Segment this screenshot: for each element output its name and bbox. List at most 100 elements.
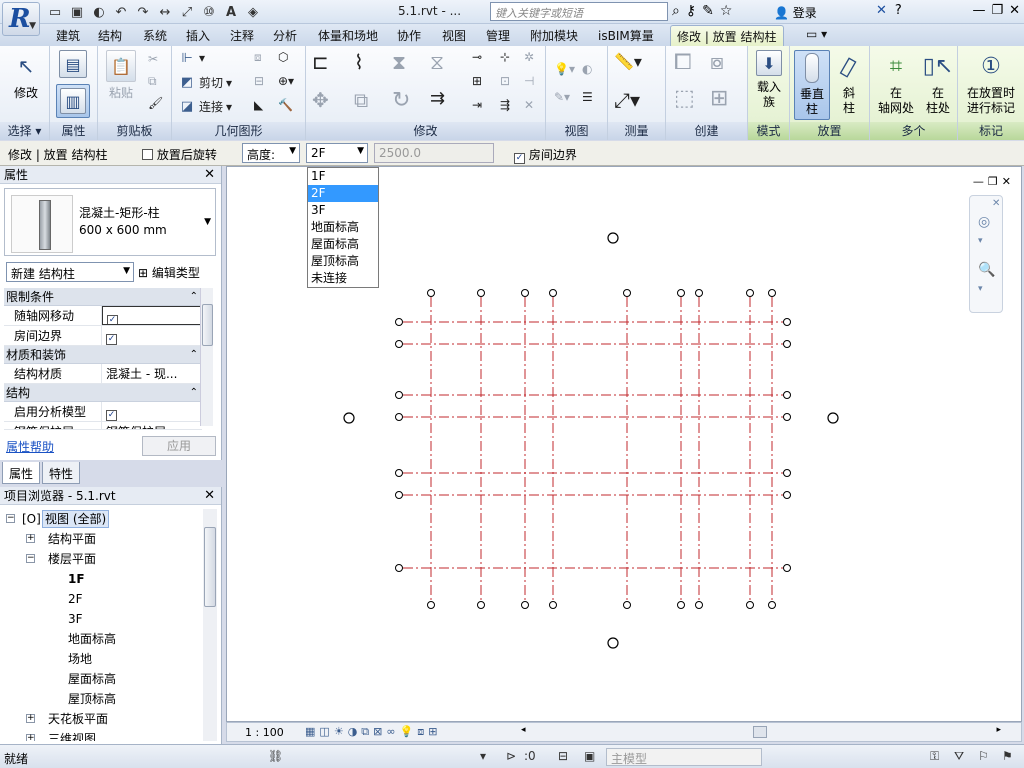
wall-joins-icon[interactable]: ⧈ xyxy=(254,50,262,65)
sync-icon[interactable]: ◐ xyxy=(90,4,108,21)
move-icon[interactable]: ✥ xyxy=(312,88,329,112)
level-option[interactable]: 1F xyxy=(308,168,378,185)
level-option[interactable]: 2F xyxy=(308,185,378,202)
grid-bubble[interactable] xyxy=(783,391,791,399)
trim-single-icon[interactable]: ⇥ xyxy=(472,98,482,112)
open-icon[interactable]: ▭ xyxy=(46,4,64,21)
visual-style-icon[interactable]: ◫ xyxy=(319,725,329,739)
modify-button[interactable]: ↖ 修改 xyxy=(6,50,46,101)
binoculars-icon[interactable]: ⌕ xyxy=(672,3,680,19)
tab-insert[interactable]: 插入 xyxy=(186,27,210,44)
grid-bubble[interactable] xyxy=(395,491,403,499)
load-family-button[interactable]: ⬇ 载入 族 xyxy=(752,50,786,110)
paste-button[interactable]: 📋 粘贴 xyxy=(102,50,140,101)
unpin-icon[interactable]: ✲ xyxy=(524,50,534,64)
enable-analytical-checkbox[interactable]: ✓ xyxy=(106,410,117,421)
undo-icon[interactable]: ↶ xyxy=(112,4,130,21)
thin-lines-icon[interactable]: ☰ xyxy=(582,90,593,104)
prop-value[interactable]: ✓ xyxy=(102,402,202,421)
filter-icon[interactable]: ⊳ xyxy=(506,749,516,763)
chevron-down-icon[interactable]: ▾ xyxy=(480,749,486,763)
measure-ruler-icon[interactable]: 📏▾ xyxy=(614,52,642,71)
select-underlay-icon[interactable]: ⛛ xyxy=(954,749,964,764)
tree-node-top-level[interactable]: 屋顶标高 xyxy=(0,689,204,709)
collapse-icon[interactable]: − xyxy=(6,514,15,523)
room-bounding-prop-checkbox[interactable]: ✓ xyxy=(106,334,117,345)
grid-bubble[interactable] xyxy=(549,289,557,297)
at-columns-button[interactable]: ▯↖ 在 柱处 xyxy=(920,50,956,116)
chevron-down-icon[interactable]: ▾ xyxy=(978,284,983,294)
cope-button[interactable]: ⊩ ▾ xyxy=(178,50,205,66)
tree-node-struct-plans[interactable]: + 结构平面 xyxy=(0,529,204,549)
linework-icon[interactable]: ⊕▾ xyxy=(278,74,294,88)
grid-bubble[interactable] xyxy=(783,318,791,326)
design-options-icon[interactable]: ▣ xyxy=(584,749,595,763)
grid-bubble[interactable] xyxy=(768,601,776,609)
dimension-aligned-icon[interactable]: ⤢▾ xyxy=(614,88,640,112)
properties-scrollbar[interactable] xyxy=(200,288,213,426)
tab-collaborate[interactable]: 协作 xyxy=(397,27,421,44)
close-icon[interactable]: ✕ xyxy=(1002,175,1011,188)
move-with-grids-checkbox[interactable]: ✓ xyxy=(107,315,118,324)
text-icon[interactable]: A xyxy=(222,4,240,21)
mirror-draw-icon[interactable]: ⧖ xyxy=(430,50,444,74)
linework-view-icon[interactable]: ✎▾ xyxy=(554,90,570,104)
tree-node-floor-plans[interactable]: − 楼层平面 xyxy=(0,549,204,569)
steering-wheel-icon[interactable]: ◎ xyxy=(978,214,990,230)
level-option[interactable]: 未连接 xyxy=(308,270,378,287)
delete-icon[interactable]: ✕ xyxy=(524,98,534,112)
room-bounding-checkbox[interactable]: ✓ xyxy=(514,153,525,164)
grid-bubble[interactable] xyxy=(477,601,485,609)
grid-bubble[interactable] xyxy=(521,289,529,297)
expand-icon[interactable]: + xyxy=(26,734,35,741)
tree-node-1f[interactable]: 1F xyxy=(0,569,204,589)
tree-node-roof-level[interactable]: 屋面标高 xyxy=(0,669,204,689)
scroll-thumb[interactable] xyxy=(202,304,213,346)
grid-bubble[interactable] xyxy=(695,289,703,297)
3d-view-icon[interactable]: ◈ xyxy=(244,4,262,21)
apply-button[interactable]: 应用 xyxy=(142,436,216,456)
level-option[interactable]: 3F xyxy=(308,202,378,219)
detail-level-icon[interactable]: ▦ xyxy=(305,725,315,739)
reveal-hidden-icon[interactable]: 💡 xyxy=(400,725,414,739)
trim-extend-icon[interactable]: ⇉ xyxy=(430,88,445,109)
grid-bubble[interactable] xyxy=(395,413,403,421)
tab-characteristics[interactable]: 特性 xyxy=(42,462,81,484)
tab-massing-site[interactable]: 体量和场地 xyxy=(318,27,378,44)
grid-bubble[interactable] xyxy=(783,491,791,499)
create-parts-icon[interactable]: ⧇ xyxy=(710,50,724,75)
properties-help-link[interactable]: 属性帮助 xyxy=(6,438,54,455)
align-icon[interactable]: ⊏ xyxy=(312,50,329,74)
show-crop-icon[interactable]: ⊠ xyxy=(373,725,382,739)
tab-modify-place-column[interactable]: 修改 | 放置 结构柱 xyxy=(670,25,784,46)
prop-value[interactable]: ✓ xyxy=(102,326,202,345)
restore-icon[interactable]: ❐ xyxy=(991,3,1003,18)
group-materials[interactable]: 材质和装饰 ⌃ xyxy=(4,346,202,364)
select-pinned-icon[interactable]: ⚐ xyxy=(978,749,989,763)
tab-properties[interactable]: 属性 xyxy=(2,462,41,484)
scroll-thumb[interactable] xyxy=(204,527,216,607)
tag-on-placement-button[interactable]: ① 在放置时 进行标记 xyxy=(960,50,1022,116)
close-icon[interactable]: ✕ xyxy=(204,166,215,184)
grid-bubble[interactable] xyxy=(395,564,403,572)
help-icon[interactable]: ? xyxy=(895,3,902,18)
offset-input[interactable]: 2500.0 xyxy=(374,143,494,163)
rotate-icon[interactable]: ↻ xyxy=(392,88,410,113)
expand-icon[interactable]: + xyxy=(26,534,35,543)
grid-bubble[interactable] xyxy=(395,391,403,399)
grid-bubble[interactable] xyxy=(746,601,754,609)
panel-select-label[interactable]: 选择 ▾ xyxy=(0,122,49,140)
copy-element-icon[interactable]: ⧉ xyxy=(354,88,368,112)
offset-icon[interactable]: ⌇ xyxy=(354,50,364,74)
grid-bubble[interactable] xyxy=(427,601,435,609)
properties-button[interactable]: ▤ xyxy=(56,50,90,82)
key-icon[interactable]: ⚷ xyxy=(686,3,696,19)
tree-node-3d[interactable]: + 三维视图 xyxy=(0,729,204,741)
grid-bubble[interactable] xyxy=(768,289,776,297)
grid-bubble[interactable] xyxy=(695,601,703,609)
select-by-face-icon[interactable]: ⚑ xyxy=(1002,749,1013,763)
join-button[interactable]: ◪ 连接 ▾ xyxy=(178,98,232,115)
grid-bubble[interactable] xyxy=(783,340,791,348)
communication-icon[interactable]: ✎ xyxy=(702,3,714,19)
close-icon[interactable]: ✕ xyxy=(1009,3,1020,18)
